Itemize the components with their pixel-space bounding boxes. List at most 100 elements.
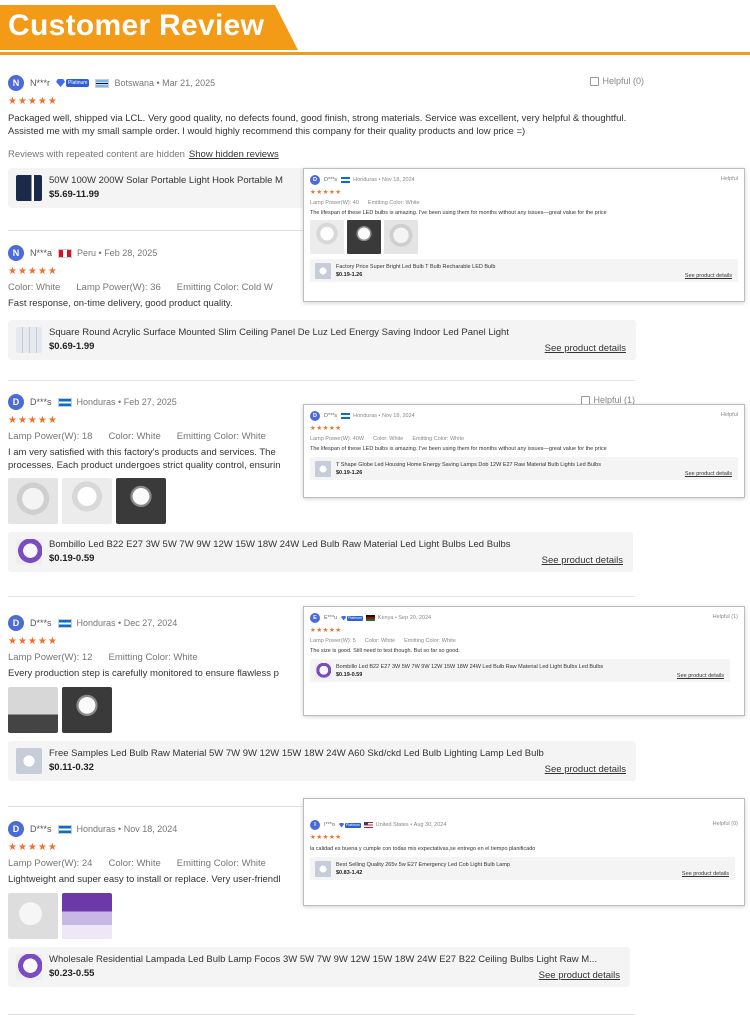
reviewer-name: I***o [324,822,336,828]
review-date: Feb 27, 2025 [123,397,177,407]
product-title[interactable]: 50W 100W 200W Solar Portable Light Hook … [49,174,283,188]
diamond-icon [339,822,345,828]
review-photo[interactable] [347,220,381,254]
flag-icon [57,824,72,834]
product-title[interactable]: T Shape Globe Led Housing Home Energy Sa… [336,461,601,469]
attribute: Lamp Power(W): 12 [8,652,93,663]
product-price: $0.19-1.26 [336,271,363,278]
product-price: $0.11-0.32 [49,761,94,773]
product-title[interactable]: Wholesale Residential Lampada Led Bulb L… [49,953,619,967]
see-product-details-link[interactable]: See product details [677,673,724,679]
flag-icon [57,397,72,407]
attribute: Lamp Power(W): 40W [310,436,365,442]
product-card[interactable]: Bombillo Led B22 E27 3W 5W 7W 9W 12W 15W… [8,532,633,572]
product-title[interactable]: Bombillo Led B22 E27 3W 5W 7W 9W 12W 15W… [336,663,603,671]
flag-icon [95,78,110,88]
review-date: Nov 18, 2024 [382,413,415,419]
star-rating: ★★★★★ [310,834,342,841]
product-title[interactable]: Factory Price Super Bright Led Bulb T Bu… [336,263,495,271]
review-photo[interactable] [62,686,112,733]
product-card[interactable]: Free Samples Led Bulb Raw Material 5W 7W… [8,740,636,781]
flag-icon [341,177,351,183]
platinum-badge: Platinum [339,822,361,828]
review-date: Nov 18, 2024 [123,824,178,834]
star-rating: ★★★★★ [8,96,58,107]
reviewer-country: Honduras [353,413,378,419]
product-title[interactable]: Best Selling Quality 265v 5w E27 Emergen… [336,861,510,869]
product-price: $0.23-0.55 [49,967,95,979]
helpful-button[interactable]: Helpful (0) [590,76,644,86]
product-image [315,262,331,279]
product-title[interactable]: Free Samples Led Bulb Raw Material 5W 7W… [49,747,544,761]
helpful-button[interactable]: Helpful [721,412,738,418]
helpful-button[interactable]: Helpful [721,176,738,182]
review-date: Nov 18, 2024 [382,177,415,183]
review-photo[interactable] [8,686,58,733]
review-header: D D***s Honduras • Nov 18, 2024 [310,174,738,186]
see-product-details-link[interactable]: See product details [685,471,732,477]
review-photo[interactable] [8,892,58,939]
product-image [315,460,331,477]
review-header: I I***o Platinum United States • Aug 30,… [310,819,738,831]
product-card[interactable]: Factory Price Super Bright Led Bulb T Bu… [310,259,738,282]
diamond-icon [341,615,347,621]
product-card[interactable]: 50W 100W 200W Solar Portable Light Hook … [8,168,308,208]
review-photo[interactable] [62,478,112,524]
product-card[interactable]: Bombillo Led B22 E27 3W 5W 7W 9W 12W 15W… [310,659,730,682]
review-text: Packaged well, shipped via LCL. Very goo… [8,113,627,137]
avatar: N [8,75,24,91]
product-card[interactable]: Square Round Acrylic Surface Mounted Sli… [8,319,636,360]
avatar: D [8,821,24,837]
platinum-badge: Platinum [341,615,363,621]
review-photo[interactable] [310,220,344,254]
product-image [16,175,42,201]
reviewer-country: Kenya [377,615,394,621]
product-price: $0.19-1.26 [336,469,363,476]
helpful-button[interactable]: Helpful (0) [713,821,738,827]
helpful-button[interactable]: Helpful (1) [713,614,738,620]
platinum-badge: Platinum [56,79,90,87]
see-product-details-link[interactable]: See product details [539,970,620,981]
reviewer-country: Botswana [114,78,154,88]
see-product-details-link[interactable]: See product details [682,871,729,877]
see-product-details-link[interactable]: See product details [545,343,626,354]
attribute: Color: White [8,282,61,293]
see-product-details-link[interactable]: See product details [685,273,732,279]
header-underline [0,52,750,55]
product-title[interactable]: Square Round Acrylic Surface Mounted Sli… [49,326,509,340]
reviewer-country: Honduras [76,824,116,834]
product-title[interactable]: Bombillo Led B22 E27 3W 5W 7W 9W 12W 15W… [49,538,511,552]
attribute: Emitting Color: White [176,858,266,869]
review-photo[interactable] [8,478,58,524]
review-photo[interactable] [62,892,112,939]
avatar: D [8,394,24,410]
show-hidden-reviews-link[interactable]: Show hidden reviews [189,149,279,160]
attribute: Lamp Power(W): 24 [8,858,93,869]
product-price: $0.83-1.42 [336,869,363,876]
review-header: D D***s Honduras • Nov 18, 2024 [310,410,738,422]
review-photo[interactable] [384,220,418,254]
diamond-icon [56,79,66,87]
attribute: Color: White [364,638,396,644]
review-popup: I I***o Platinum United States • Aug 30,… [303,798,745,906]
review-photo[interactable] [116,478,166,524]
product-card[interactable]: T Shape Globe Led Housing Home Energy Sa… [310,457,738,480]
flag-icon [363,822,373,828]
avatar: D [310,175,320,185]
see-product-details-link[interactable]: See product details [545,764,626,775]
divider [8,596,635,597]
avatar: D [310,411,320,421]
product-card[interactable]: Best Selling Quality 265v 5w E27 Emergen… [310,857,735,880]
reviewer-name: D***s [30,618,52,628]
review-attributes: Lamp Power(W): 40 Emitting Color: White [310,200,738,206]
review-popup: D D***s Honduras • Nov 18, 2024 Helpful … [303,168,745,302]
attribute: Emitting Color: Cold W [176,282,273,293]
product-card[interactable]: Wholesale Residential Lampada Led Bulb L… [8,946,630,987]
see-product-details-link[interactable]: See product details [542,555,623,566]
attribute: Color: White [108,858,161,869]
section-header: Customer Review [0,0,750,58]
review-header: E E***u Platinum Kenya • Sep 20, 2024 [310,612,738,624]
attribute: Lamp Power(W): 36 [76,282,161,293]
product-image [16,326,42,353]
flag-icon [365,615,375,621]
